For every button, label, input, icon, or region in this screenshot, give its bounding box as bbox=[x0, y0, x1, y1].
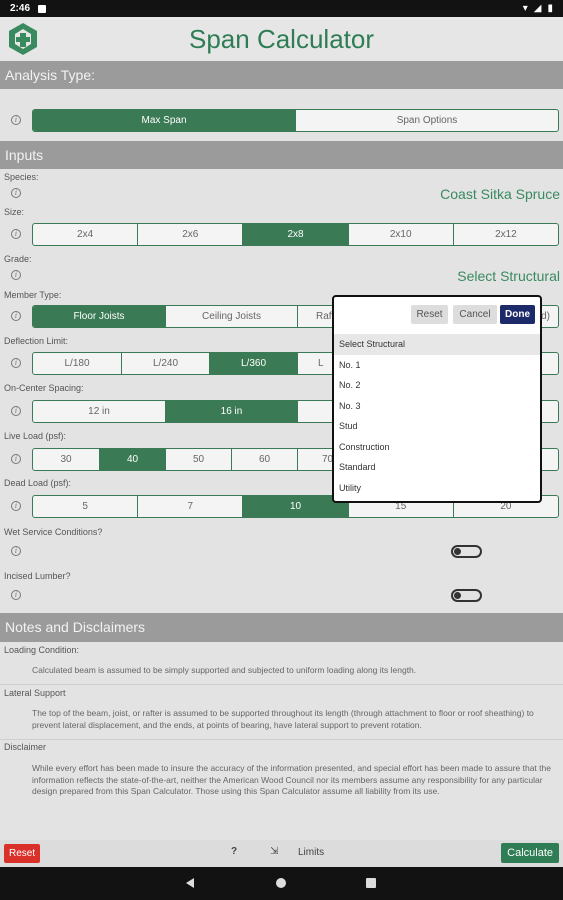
recent-apps-icon[interactable] bbox=[366, 878, 376, 888]
incised-info-icon[interactable]: i bbox=[11, 590, 21, 600]
app-bar: Span Calculator bbox=[0, 17, 563, 61]
spacing-option-12in[interactable]: 12 in bbox=[33, 401, 165, 422]
back-icon[interactable] bbox=[186, 878, 194, 888]
limits-icon[interactable]: ⇲ bbox=[270, 846, 278, 857]
limits-button[interactable]: Limits bbox=[298, 847, 324, 858]
toggle-knob bbox=[454, 548, 461, 555]
analysis-option-span-options[interactable]: Span Options bbox=[295, 110, 558, 131]
battery-icon: ▮ bbox=[547, 3, 553, 14]
deflection-option-l240[interactable]: L/240 bbox=[121, 353, 209, 374]
note-title-loading: Loading Condition: bbox=[4, 645, 80, 655]
picker-cancel-button[interactable]: Cancel bbox=[453, 305, 497, 324]
grade-label: Grade: bbox=[4, 254, 32, 264]
member-type-info-icon[interactable]: i bbox=[11, 311, 21, 321]
analysis-option-max-span[interactable]: Max Span bbox=[33, 110, 295, 131]
picker-done-button[interactable]: Done bbox=[500, 305, 535, 324]
species-label: Species: bbox=[4, 172, 39, 182]
wet-service-info-icon[interactable]: i bbox=[11, 546, 21, 556]
status-bar: 2:46 ▾ ◢ ▮ bbox=[0, 0, 563, 17]
dead-load-info-icon[interactable]: i bbox=[11, 501, 21, 511]
grade-option-no2[interactable]: No. 2 bbox=[334, 375, 540, 396]
deflection-option-l360[interactable]: L/360 bbox=[209, 353, 297, 374]
grade-option-utility[interactable]: Utility bbox=[334, 478, 540, 499]
grade-option-list: Select Structural No. 1 No. 2 No. 3 Stud… bbox=[334, 334, 540, 498]
grade-picker-toolbar: Reset Cancel Done bbox=[334, 297, 540, 334]
picker-reset-button[interactable]: Reset bbox=[411, 305, 448, 324]
spacing-option-16in[interactable]: 16 in bbox=[165, 401, 297, 422]
wifi-icon: ▾ bbox=[522, 3, 528, 14]
notes-header: Notes and Disclaimers bbox=[0, 613, 563, 642]
grade-info-icon[interactable]: i bbox=[11, 270, 21, 280]
note-title-disclaimer: Disclaimer bbox=[4, 742, 47, 752]
live-load-option-30[interactable]: 30 bbox=[33, 449, 99, 470]
species-value[interactable]: Coast Sitka Spruce bbox=[440, 186, 560, 202]
incised-toggle[interactable] bbox=[451, 589, 482, 602]
bottom-action-bar: Reset ? ⇲ Limits Calculate bbox=[0, 840, 563, 867]
size-option-2x10[interactable]: 2x10 bbox=[347, 224, 453, 245]
grade-option-stud[interactable]: Stud bbox=[334, 416, 540, 437]
note-title-lateral: Lateral Support bbox=[4, 688, 66, 698]
live-load-option-50[interactable]: 50 bbox=[165, 449, 231, 470]
member-type-label: Member Type: bbox=[4, 290, 62, 300]
grade-option-no3[interactable]: No. 3 bbox=[334, 396, 540, 417]
analysis-type-header: Analysis Type: bbox=[0, 61, 563, 89]
spacing-label: On-Center Spacing: bbox=[4, 383, 84, 393]
size-option-2x12[interactable]: 2x12 bbox=[452, 224, 558, 245]
grade-option-select-structural[interactable]: Select Structural bbox=[334, 334, 540, 355]
size-option-2x6[interactable]: 2x6 bbox=[137, 224, 242, 245]
dead-load-label: Dead Load (psf): bbox=[4, 478, 72, 488]
signal-icon: ◢ bbox=[533, 3, 542, 14]
size-option-2x8[interactable]: 2x8 bbox=[242, 224, 348, 245]
grade-option-no1[interactable]: No. 1 bbox=[334, 355, 540, 376]
deflection-option-l180[interactable]: L/180 bbox=[33, 353, 121, 374]
notes-divider bbox=[0, 684, 563, 685]
grade-value[interactable]: Select Structural bbox=[457, 268, 560, 284]
system-nav-bar bbox=[0, 867, 563, 900]
grade-option-construction[interactable]: Construction bbox=[334, 437, 540, 458]
spacing-info-icon[interactable]: i bbox=[11, 406, 21, 416]
toggle-knob bbox=[454, 592, 461, 599]
wet-service-toggle[interactable] bbox=[451, 545, 482, 558]
deflection-label: Deflection Limit: bbox=[4, 336, 69, 346]
member-option-ceiling-joists[interactable]: Ceiling Joists bbox=[165, 306, 297, 327]
grade-picker-popup: Reset Cancel Done Select Structural No. … bbox=[332, 295, 542, 503]
home-icon[interactable] bbox=[276, 878, 286, 888]
inputs-header: Inputs bbox=[0, 141, 563, 169]
calculate-button[interactable]: Calculate bbox=[501, 843, 559, 863]
live-load-info-icon[interactable]: i bbox=[11, 454, 21, 464]
species-info-icon[interactable]: i bbox=[11, 188, 21, 198]
deflection-info-icon[interactable]: i bbox=[11, 358, 21, 368]
size-selector: 2x4 2x6 2x8 2x10 2x12 bbox=[32, 223, 559, 246]
note-text-lateral: The top of the beam, joist, or rafter is… bbox=[32, 708, 534, 730]
live-load-option-60[interactable]: 60 bbox=[231, 449, 297, 470]
member-option-floor-joists[interactable]: Floor Joists bbox=[33, 306, 165, 327]
incised-label: Incised Lumber? bbox=[4, 571, 71, 581]
note-text-loading: Calculated beam is assumed to be simply … bbox=[32, 665, 417, 675]
live-load-option-40[interactable]: 40 bbox=[99, 449, 165, 470]
reset-button[interactable]: Reset bbox=[4, 844, 41, 863]
analysis-type-selector: Max Span Span Options bbox=[32, 109, 559, 132]
status-time: 2:46 bbox=[10, 3, 31, 14]
analysis-info-icon[interactable]: i bbox=[11, 115, 21, 125]
app-title: Span Calculator bbox=[189, 24, 374, 54]
help-button[interactable]: ? bbox=[231, 846, 237, 857]
dead-load-option-7[interactable]: 7 bbox=[137, 496, 242, 517]
wet-service-label: Wet Service Conditions? bbox=[4, 527, 103, 537]
size-info-icon[interactable]: i bbox=[11, 229, 21, 239]
grade-option-standard[interactable]: Standard bbox=[334, 457, 540, 478]
notification-icon bbox=[38, 4, 47, 13]
note-text-disclaimer: While every effort has been made to insu… bbox=[32, 763, 551, 796]
size-option-2x4[interactable]: 2x4 bbox=[33, 224, 137, 245]
size-label: Size: bbox=[4, 207, 25, 217]
notes-divider bbox=[0, 739, 563, 740]
live-load-label: Live Load (psf): bbox=[4, 431, 67, 441]
dead-load-option-5[interactable]: 5 bbox=[33, 496, 137, 517]
